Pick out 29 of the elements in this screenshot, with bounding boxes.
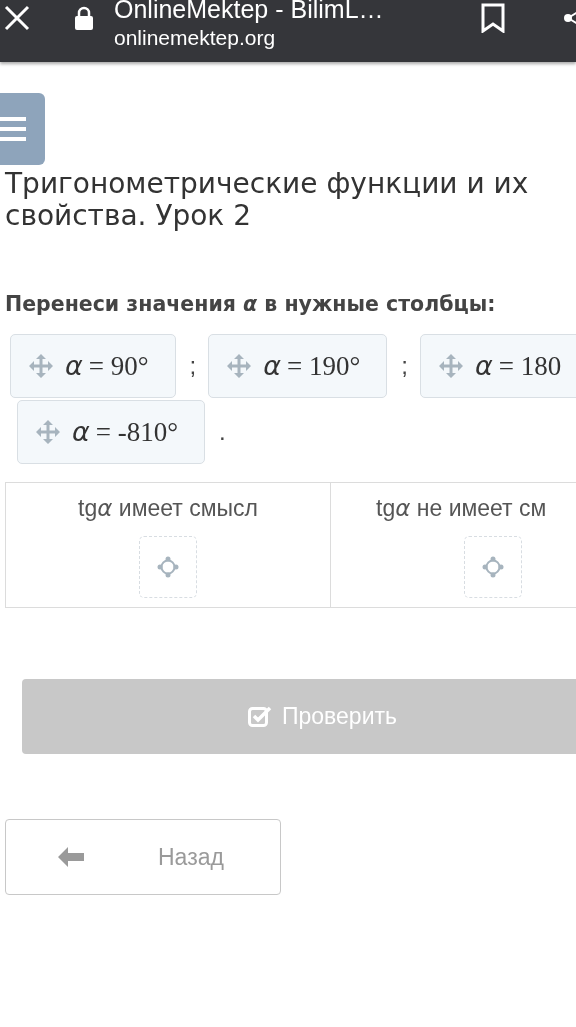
- menu-icon: [0, 117, 26, 141]
- answer-chip[interactable]: α = 180: [420, 334, 576, 398]
- lesson-title: Тригонометрические функции и их свойства. Урок 2: [5, 168, 530, 232]
- question-text: Перенеси значения α в нужные столбцы:: [5, 292, 497, 316]
- column-heading: tgα не имеет см: [376, 495, 547, 522]
- move-icon: [439, 354, 464, 378]
- punctuation: ;: [189, 352, 197, 380]
- punctuation: .: [219, 418, 226, 446]
- move-icon: [29, 354, 53, 378]
- move-icon: [227, 354, 252, 378]
- answer-chip[interactable]: α = -810°: [17, 400, 206, 464]
- column-heading: tgα имеет смысл: [78, 495, 258, 522]
- target-icon: [482, 556, 504, 578]
- target-icon: [157, 556, 179, 578]
- punctuation: ;: [401, 352, 409, 380]
- page-url: onlinemektep.org: [114, 26, 277, 50]
- answer-chip[interactable]: α = 190°: [208, 334, 388, 398]
- bookmark-icon[interactable]: [480, 3, 506, 33]
- lock-icon: [74, 6, 94, 30]
- answer-chip[interactable]: α = 90°: [10, 334, 176, 398]
- formula: α = 90°: [65, 350, 149, 382]
- close-icon[interactable]: [4, 5, 30, 31]
- formula: α = 190°: [263, 350, 361, 382]
- checkbox-icon: [248, 705, 272, 728]
- arrow-left-icon: [58, 847, 84, 867]
- formula: α = 180: [475, 350, 562, 382]
- formula: α = -810°: [72, 416, 179, 448]
- move-icon: [36, 420, 60, 444]
- menu-button[interactable]: [0, 93, 45, 165]
